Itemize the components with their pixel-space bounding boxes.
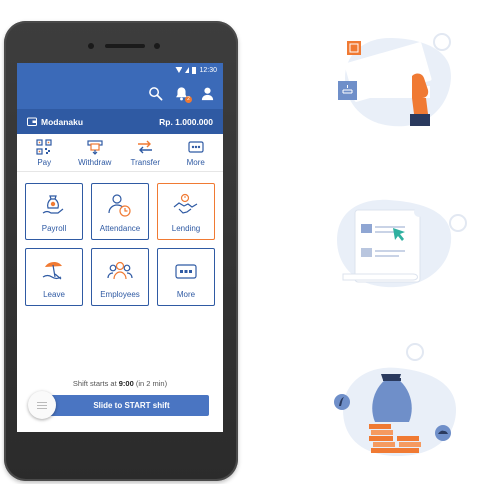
slider-handle[interactable]	[28, 391, 56, 419]
pay-label: Pay	[37, 158, 52, 167]
feature-grid: Payroll Attendance Lending Leave Employe…	[17, 172, 223, 306]
battery-icon	[192, 66, 197, 74]
app-header: 2	[17, 77, 223, 109]
phone-speaker	[105, 44, 145, 48]
more-label: More	[176, 290, 196, 299]
quick-actions: Pay Withdraw Transfer More	[17, 134, 223, 172]
signal-icon	[185, 67, 190, 73]
illustration-money-bag	[325, 340, 465, 458]
front-camera	[88, 43, 94, 49]
wifi-icon	[175, 67, 183, 73]
leave-label: Leave	[43, 290, 65, 299]
employees-label: Employees	[100, 290, 140, 299]
document-illustration	[337, 199, 467, 288]
status-bar: 12:30	[17, 63, 223, 77]
beach-umbrella-icon	[42, 261, 62, 280]
shift-time: 9:00	[118, 379, 134, 388]
more-actions-button[interactable]: More	[172, 139, 220, 168]
id-card-illustration	[338, 33, 451, 127]
lending-tile[interactable]: Lending	[157, 183, 215, 240]
payroll-label: Payroll	[41, 224, 67, 233]
user-icon	[201, 87, 213, 100]
user-clock-icon	[108, 194, 131, 217]
employees-tile[interactable]: Employees	[91, 248, 149, 306]
pay-button[interactable]: Pay	[20, 139, 68, 168]
status-time: 12:30	[199, 66, 217, 74]
wallet-bar[interactable]: Modanaku Rp. 1.000.000	[17, 109, 223, 134]
wallet-icon	[27, 117, 37, 126]
more-icon	[188, 141, 204, 153]
transfer-button[interactable]: Transfer	[121, 139, 169, 168]
more-tile[interactable]: More	[157, 248, 215, 306]
slider-label: Slide to START shift	[93, 401, 170, 410]
money-bag-illustration	[334, 343, 456, 456]
users-icon	[107, 261, 133, 280]
transfer-icon	[138, 140, 153, 154]
withdraw-icon	[87, 140, 103, 155]
illustration-document	[325, 190, 470, 290]
stage: 12:30 2 Modanaku Rp. 1.000.000 Pay Withd…	[0, 0, 500, 484]
notification-button[interactable]: 2	[173, 85, 192, 103]
more-actions-label: More	[186, 158, 205, 167]
attendance-label: Attendance	[99, 224, 141, 233]
withdraw-button[interactable]: Withdraw	[71, 139, 119, 168]
attendance-tile[interactable]: Attendance	[91, 183, 149, 240]
search-icon	[148, 86, 162, 100]
notification-badge: 2	[185, 96, 192, 103]
start-shift-slider[interactable]: Slide to START shift	[34, 395, 209, 416]
money-bag-hand-icon	[42, 195, 64, 214]
withdraw-label: Withdraw	[78, 158, 112, 167]
search-button[interactable]	[147, 85, 163, 101]
profile-button[interactable]	[199, 85, 215, 101]
wallet-balance: Rp. 1.000.000	[159, 116, 213, 127]
leave-tile[interactable]: Leave	[25, 248, 83, 306]
handshake-icon	[173, 193, 198, 214]
payroll-tile[interactable]: Payroll	[25, 183, 83, 240]
app-screen: 12:30 2 Modanaku Rp. 1.000.000 Pay Withd…	[17, 63, 223, 432]
illustration-id-card	[330, 28, 460, 130]
shift-info: Shift starts at 9:00 (in 2 min)	[17, 379, 223, 388]
shift-prefix: Shift starts at	[72, 379, 119, 388]
qr-code-icon	[36, 139, 52, 155]
more-icon	[175, 264, 197, 279]
shift-suffix: (in 2 min)	[133, 379, 168, 388]
lending-label: Lending	[171, 224, 201, 233]
wallet-name: Modanaku	[41, 116, 84, 127]
sensor	[154, 43, 160, 49]
transfer-label: Transfer	[130, 158, 161, 167]
